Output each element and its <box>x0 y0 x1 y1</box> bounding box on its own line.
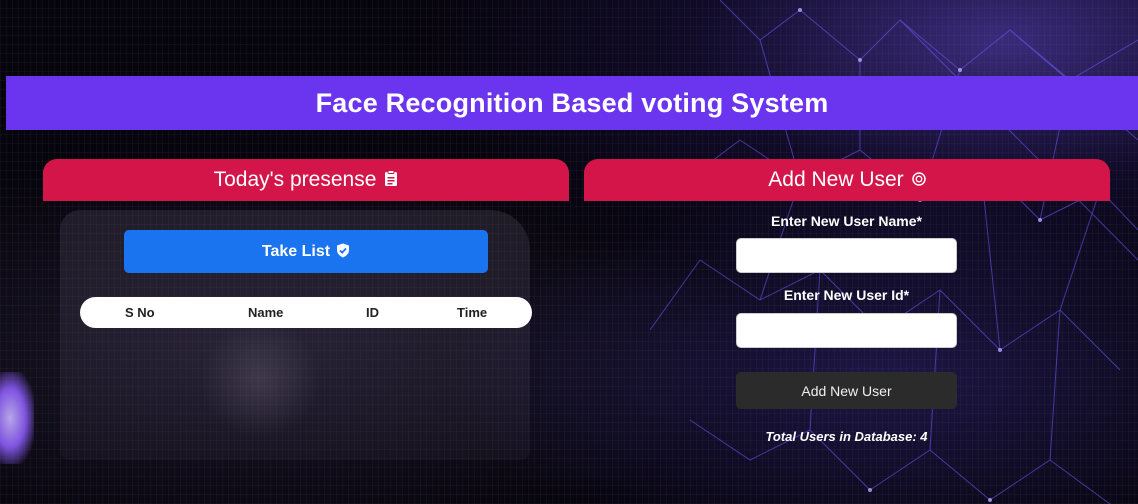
attendance-panel-title: Today's presense <box>213 168 377 191</box>
attendance-table-header: S No Name ID Time <box>80 297 532 328</box>
background-device-detail <box>200 320 320 440</box>
take-list-label: Take List <box>261 242 331 260</box>
clipboard-icon <box>384 170 398 190</box>
shield-check-icon <box>336 243 350 261</box>
total-users-count: Total Users in Database: 4 <box>765 429 928 444</box>
background-glow <box>0 372 34 464</box>
take-list-button[interactable]: Take List <box>124 230 488 273</box>
new-user-id-input[interactable] <box>736 313 957 348</box>
add-circle-icon <box>911 171 926 189</box>
attendance-panel-header: Today's presense <box>43 159 569 201</box>
new-user-name-input[interactable] <box>736 238 957 273</box>
column-header-name: Name <box>248 305 284 320</box>
column-header-time: Time <box>457 305 488 320</box>
app-header: Face Recognition Based voting System <box>6 76 1138 130</box>
column-header-id: ID <box>366 305 379 320</box>
add-user-panel-title: Add New User <box>768 168 904 191</box>
new-user-name-label: Enter New User Name* <box>771 213 922 229</box>
column-header-sno: S No <box>125 305 155 320</box>
new-user-id-label: Enter New User Id* <box>783 287 910 303</box>
add-new-user-button[interactable]: Add New User <box>736 372 957 409</box>
page-title: Face Recognition Based voting System <box>315 87 829 118</box>
add-user-panel-header: Add New User <box>584 159 1110 201</box>
